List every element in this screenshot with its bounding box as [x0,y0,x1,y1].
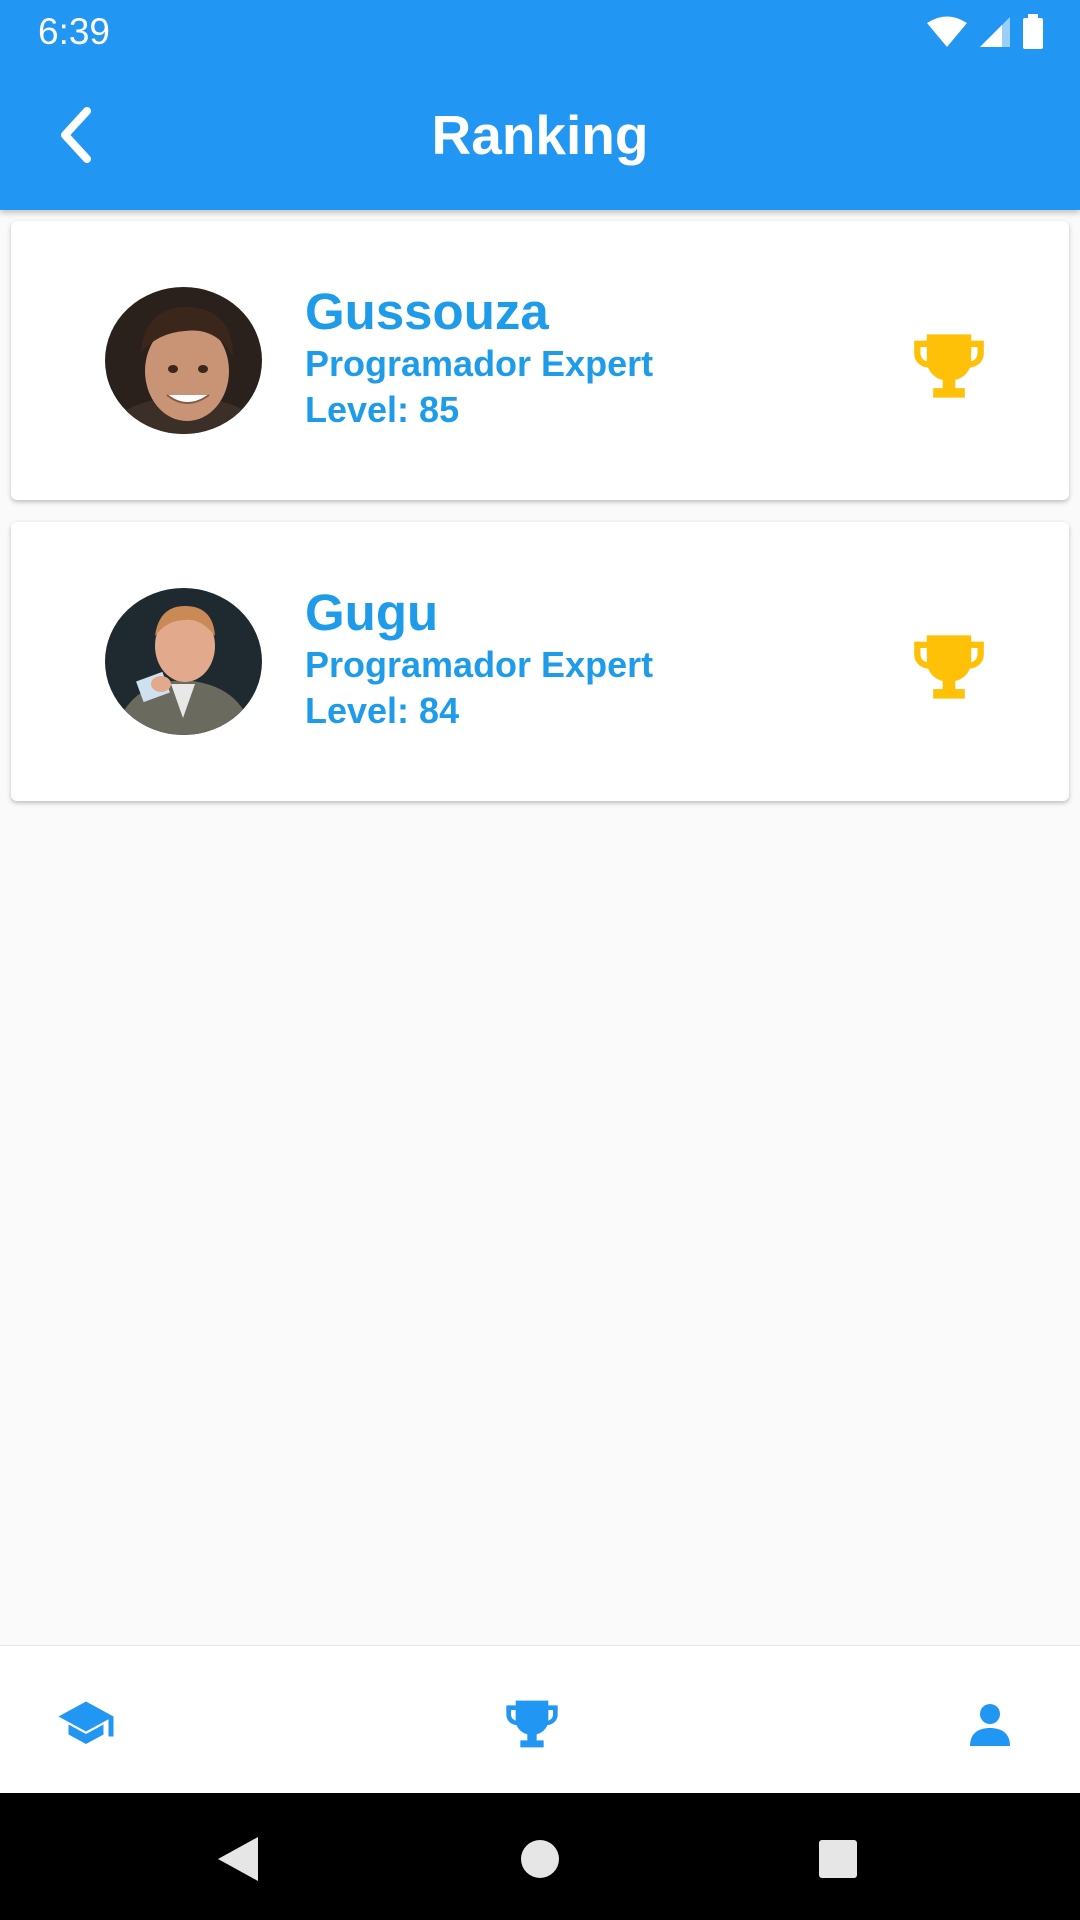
status-time: 6:39 [38,11,111,52]
back-triangle-icon [218,1837,258,1881]
nav-courses[interactable] [46,1684,126,1764]
system-back-button[interactable] [208,1829,268,1889]
system-recents-button[interactable] [808,1829,868,1889]
bottom-navigation [0,1645,1080,1794]
player-info: Gugu Programador Expert Level: 84 [305,584,653,734]
app-bar: 6:39 Ranking [0,0,1080,210]
recents-square-icon [819,1840,857,1878]
wifi-icon [927,16,967,47]
nav-ranking[interactable] [492,1684,572,1764]
trophy-icon [914,334,984,398]
person-icon [970,1704,1010,1746]
player-role: Programador Expert [305,644,654,685]
player-level: Level: 84 [305,690,460,731]
nav-profile[interactable] [950,1684,1030,1764]
page-title: Ranking [431,104,649,166]
battery-icon [1023,14,1043,49]
avatar [105,588,262,735]
player-name: Gussouza [305,283,549,340]
home-circle-icon [521,1840,559,1878]
player-info: Gussouza Programador Expert Level: 85 [305,283,653,433]
system-navigation-bar [0,1793,1080,1920]
player-level: Level: 85 [305,389,460,430]
trophy-icon [914,635,984,699]
status-icons [926,14,1044,50]
signal-icon [980,17,1010,47]
player-role: Programador Expert [305,343,654,384]
system-home-button[interactable] [510,1829,570,1889]
ranking-card[interactable]: Gussouza Programador Expert Level: 85 [11,221,1069,500]
ranking-card[interactable]: Gugu Programador Expert Level: 84 [11,522,1069,801]
trophy-icon [506,1700,558,1748]
graduation-cap-icon [58,1701,114,1744]
avatar [105,287,262,434]
player-name: Gugu [305,584,439,641]
